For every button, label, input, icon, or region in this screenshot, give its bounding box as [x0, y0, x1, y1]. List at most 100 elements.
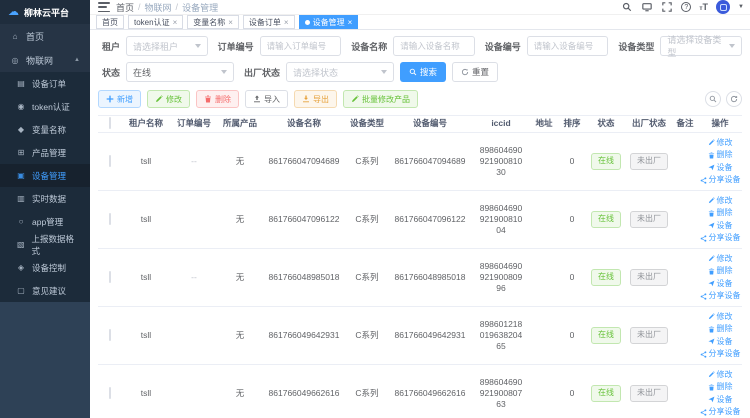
- cell-address: [530, 161, 558, 163]
- action-分享设备[interactable]: 分享设备: [700, 407, 741, 417]
- cell-iccid: 89860469092190081004: [472, 202, 530, 237]
- search-icon: [409, 68, 417, 76]
- action-设备[interactable]: 设备: [708, 337, 733, 347]
- delete-icon: [204, 95, 212, 103]
- tenant-select[interactable]: 请选择租户: [126, 36, 208, 56]
- column-header: 状态: [586, 117, 626, 130]
- sidebar-item-设备控制[interactable]: ◈设备控制: [0, 256, 90, 279]
- action-删除[interactable]: 删除: [708, 208, 733, 218]
- close-icon[interactable]: ×: [284, 18, 289, 27]
- caret-down-icon[interactable]: ▼: [738, 4, 744, 10]
- sidebar-item-iot[interactable]: ◎ 物联网 ▲: [0, 48, 90, 72]
- 删除-button[interactable]: 删除: [196, 90, 239, 108]
- tabs-bar: 首页 token认证× 变量名称× 设备订单× 设备管理×: [90, 15, 750, 30]
- device-no-input[interactable]: [534, 41, 602, 51]
- sidebar-item-变量名称[interactable]: ◆变量名称: [0, 118, 90, 141]
- button-label: 批量修改产品: [362, 94, 410, 105]
- cell-device-no: 861766048985018: [388, 271, 472, 284]
- cell-device-type: C系列: [346, 329, 388, 342]
- action-修改[interactable]: 修改: [708, 254, 733, 264]
- close-icon[interactable]: ×: [173, 18, 178, 27]
- close-icon[interactable]: ×: [228, 18, 233, 27]
- fullscreen-icon[interactable]: [661, 1, 673, 13]
- sidebar-item-实时数据[interactable]: ▥实时数据: [0, 187, 90, 210]
- 新增-button[interactable]: 新增: [98, 90, 141, 108]
- action-删除[interactable]: 删除: [708, 150, 733, 160]
- action-删除[interactable]: 删除: [708, 382, 733, 392]
- action-设备[interactable]: 设备: [708, 163, 733, 173]
- action-删除[interactable]: 删除: [708, 266, 733, 276]
- action-分享设备[interactable]: 分享设备: [700, 349, 741, 359]
- search-button[interactable]: 搜索: [400, 62, 446, 82]
- action-label: 修改: [717, 254, 733, 264]
- iot-icon: ◎: [10, 56, 20, 65]
- sidebar-toggle-icon[interactable]: [98, 2, 110, 12]
- action-修改[interactable]: 修改: [708, 370, 733, 380]
- action-分享设备[interactable]: 分享设备: [700, 175, 741, 185]
- avatar[interactable]: [716, 0, 730, 14]
- refresh-icon[interactable]: [726, 91, 742, 107]
- tab-设备管理[interactable]: 设备管理×: [299, 15, 359, 29]
- tab-首页[interactable]: 首页: [96, 15, 124, 29]
- action-删除[interactable]: 删除: [708, 324, 733, 334]
- cell-iccid: 89860469092190080763: [472, 376, 530, 411]
- search-toggle-icon[interactable]: [705, 91, 721, 107]
- device-type-select[interactable]: 请选择设备类型: [660, 36, 742, 56]
- action-设备[interactable]: 设备: [708, 279, 733, 289]
- sidebar-item-产品管理[interactable]: ⊞产品管理: [0, 141, 90, 164]
- tab-token认证[interactable]: token认证×: [128, 15, 183, 29]
- table-row: tsll 无 861766049662616 C系列 8617660496626…: [98, 365, 742, 418]
- tab-变量名称[interactable]: 变量名称×: [187, 15, 239, 29]
- row-checkbox[interactable]: [109, 271, 111, 283]
- column-header: 出厂状态: [626, 117, 672, 130]
- filter-row-1: 租户 请选择租户 订单编号 设备名称 设备编号 设备类型: [98, 36, 742, 56]
- font-size-icon[interactable]: тT: [699, 2, 708, 12]
- sidebar-item-意见建议[interactable]: ▢意见建议: [0, 279, 90, 302]
- sidebar-item-上报数据格式[interactable]: ▧上报数据格式: [0, 233, 90, 256]
- tab-设备订单[interactable]: 设备订单×: [243, 15, 295, 29]
- edit-icon: [708, 255, 715, 262]
- 修改-button[interactable]: 修改: [147, 90, 190, 108]
- question-icon[interactable]: ?: [681, 2, 691, 12]
- order-no-input[interactable]: [267, 41, 335, 51]
- action-修改[interactable]: 修改: [708, 312, 733, 322]
- action-修改[interactable]: 修改: [708, 138, 733, 148]
- sidebar-item-label: 物联网: [26, 54, 53, 67]
- row-checkbox[interactable]: [109, 213, 111, 225]
- row-checkbox[interactable]: [109, 329, 111, 341]
- action-设备[interactable]: 设备: [708, 395, 733, 405]
- sidebar-item-token认证[interactable]: ◉token认证: [0, 95, 90, 118]
- sidebar-item-设备订单[interactable]: ▤设备订单: [0, 72, 90, 95]
- breadcrumb: 首页 / 物联网 / 设备管理: [116, 1, 218, 14]
- cell-device-name: 861766048985018: [262, 271, 346, 284]
- row-checkbox[interactable]: [109, 155, 111, 167]
- select-all-checkbox[interactable]: [109, 117, 111, 129]
- action-label: 分享设备: [709, 349, 741, 359]
- action-label: 设备: [717, 221, 733, 231]
- cell-order-no: [170, 219, 218, 221]
- search-icon[interactable]: [621, 1, 633, 13]
- close-icon[interactable]: ×: [348, 18, 353, 27]
- action-分享设备[interactable]: 分享设备: [700, 233, 741, 243]
- row-checkbox[interactable]: [109, 387, 111, 399]
- 批量修改产品-button[interactable]: 批量修改产品: [343, 90, 418, 108]
- monitor-icon[interactable]: [641, 1, 653, 13]
- breadcrumb-home[interactable]: 首页: [116, 1, 134, 14]
- token-icon: ◉: [16, 102, 26, 111]
- reset-button[interactable]: 重置: [452, 62, 498, 82]
- 导入-button[interactable]: 导入: [245, 90, 288, 108]
- main-area: 首页 / 物联网 / 设备管理 ? тT ▼: [90, 0, 750, 418]
- action-分享设备[interactable]: 分享设备: [700, 291, 741, 301]
- 导出-button[interactable]: 导出: [294, 90, 337, 108]
- action-设备[interactable]: 设备: [708, 221, 733, 231]
- button-label: 导出: [313, 94, 329, 105]
- device-name-input[interactable]: [400, 41, 468, 51]
- action-label: 修改: [717, 312, 733, 322]
- sidebar-item-home[interactable]: ⌂ 首页: [0, 24, 90, 48]
- sidebar-item-设备管理[interactable]: ▣设备管理: [0, 164, 90, 187]
- action-修改[interactable]: 修改: [708, 196, 733, 206]
- status-select[interactable]: 在线: [126, 62, 234, 82]
- share-icon: [700, 409, 707, 416]
- sidebar-item-app管理[interactable]: ○app管理: [0, 210, 90, 233]
- factory-status-select[interactable]: 请选择状态: [286, 62, 394, 82]
